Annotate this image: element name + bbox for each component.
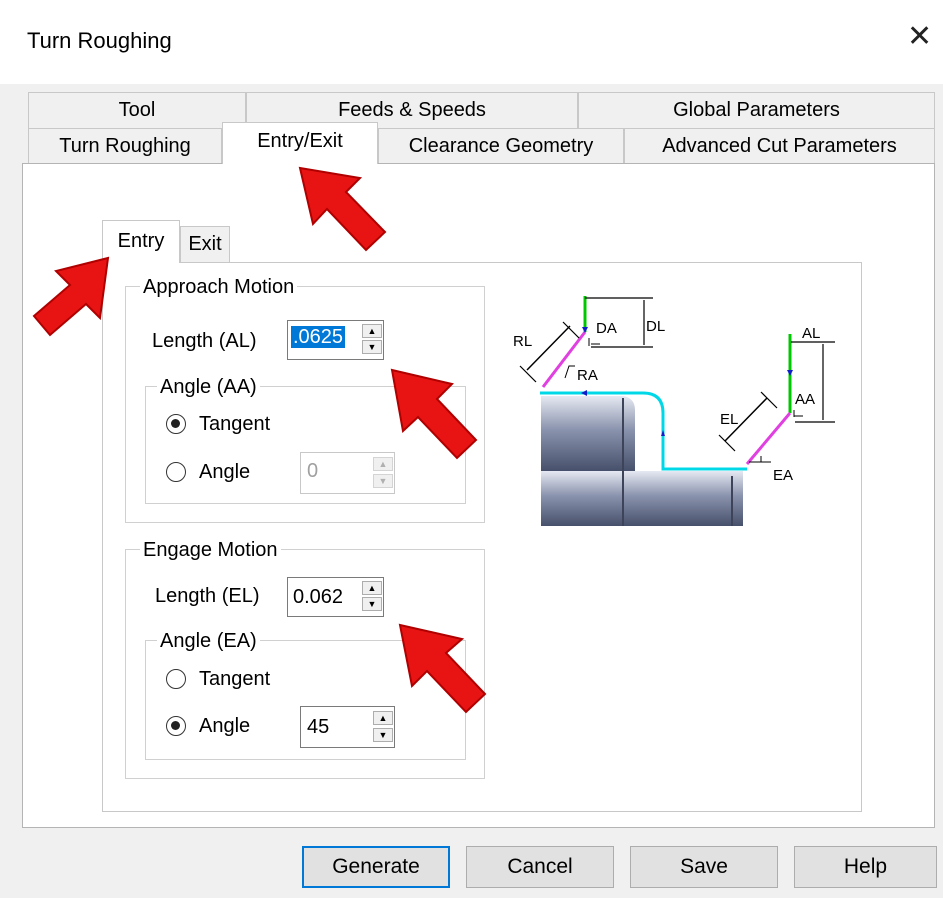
spin-up-icon[interactable]: ▲ [362, 581, 382, 595]
help-button[interactable]: Help [794, 846, 937, 888]
approach-length-stepper[interactable]: .0625 ▲ ▼ [287, 320, 384, 360]
spin-down-icon[interactable]: ▼ [373, 728, 393, 742]
tab-turn-roughing[interactable]: Turn Roughing [28, 128, 222, 164]
label-dl: DL [646, 318, 665, 335]
close-icon[interactable]: ✕ [907, 22, 932, 52]
engage-angle-radio[interactable] [166, 716, 186, 736]
engage-length-stepper[interactable]: 0.062 ▲ ▼ [287, 577, 384, 617]
engage-length-label: Length (EL) [155, 585, 260, 607]
approach-angle-title: Angle (AA) [157, 376, 260, 398]
label-ea: EA [773, 467, 793, 484]
save-button[interactable]: Save [630, 846, 778, 888]
approach-angle-value[interactable]: 0 [307, 460, 318, 482]
tab-entry-exit[interactable]: Entry/Exit [222, 122, 378, 164]
engage-tangent-radio[interactable] [166, 669, 186, 689]
label-aa: AA [795, 391, 815, 408]
label-ra: RA [577, 367, 598, 384]
tab-advanced-cut-parameters[interactable]: Advanced Cut Parameters [624, 128, 935, 164]
approach-tangent-radio[interactable] [166, 414, 186, 434]
approach-motion-title: Approach Motion [140, 276, 298, 298]
engage-angle-value[interactable]: 45 [307, 716, 329, 738]
approach-angle-stepper[interactable]: 0 ▲ ▼ [300, 452, 395, 494]
window-title: Turn Roughing [27, 28, 172, 53]
tab-global-parameters[interactable]: Global Parameters [578, 92, 935, 128]
label-rl: RL [513, 333, 532, 350]
tab-tool[interactable]: Tool [28, 92, 246, 128]
approach-angle-label: Angle [199, 461, 251, 483]
subtab-entry[interactable]: Entry [102, 220, 180, 263]
generate-button[interactable]: Generate [302, 846, 450, 888]
engage-angle-label: Angle [199, 715, 251, 737]
spin-up-icon[interactable]: ▲ [373, 457, 393, 471]
cancel-button[interactable]: Cancel [466, 846, 614, 888]
engage-angle-title: Angle (EA) [157, 630, 260, 652]
approach-length-value[interactable]: .0625 [291, 326, 346, 348]
entry-motion-diagram: DA DL RL RA AL AA EL EA [513, 296, 835, 526]
engage-motion-title: Engage Motion [140, 539, 281, 561]
tab-clearance-geometry[interactable]: Clearance Geometry [378, 128, 624, 164]
spin-down-icon[interactable]: ▼ [362, 340, 382, 354]
label-da: DA [596, 320, 617, 337]
approach-tangent-label: Tangent [199, 413, 271, 435]
approach-length-label: Length (AL) [152, 330, 257, 352]
engage-length-value[interactable]: 0.062 [293, 586, 343, 608]
subtab-exit[interactable]: Exit [180, 226, 230, 262]
spin-down-icon[interactable]: ▼ [362, 597, 382, 611]
engage-angle-stepper[interactable]: 45 ▲ ▼ [300, 706, 395, 748]
approach-angle-radio[interactable] [166, 462, 186, 482]
spin-up-icon[interactable]: ▲ [362, 324, 382, 338]
label-el: EL [720, 411, 738, 428]
spin-up-icon[interactable]: ▲ [373, 711, 393, 725]
spin-down-icon[interactable]: ▼ [373, 474, 393, 488]
engage-tangent-label: Tangent [199, 668, 271, 690]
label-al: AL [802, 325, 820, 342]
